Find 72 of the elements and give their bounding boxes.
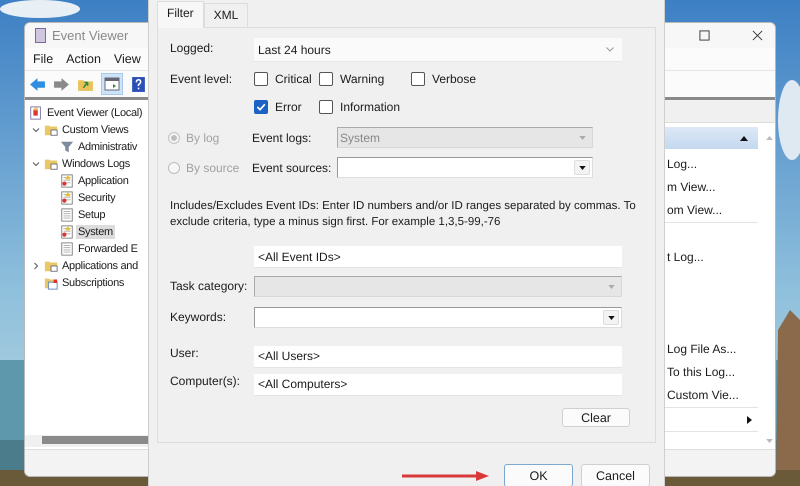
- tree-item[interactable]: Windows Logs: [60, 156, 132, 170]
- show-pane-button[interactable]: [101, 73, 123, 95]
- input-field[interactable]: <All Computers>: [254, 374, 622, 396]
- field-label: Computer(s):: [170, 374, 242, 388]
- checkbox[interactable]: [319, 72, 333, 86]
- maximize-button[interactable]: [699, 30, 710, 41]
- tree-item[interactable]: Security: [76, 190, 118, 204]
- pane-command[interactable]: Custom Vie...: [664, 384, 758, 407]
- checkbox-label[interactable]: Warning: [340, 72, 384, 86]
- log-icon: [60, 208, 74, 222]
- field-label: Task category:: [170, 278, 248, 293]
- menu-item[interactable]: View: [110, 52, 150, 66]
- checkbox[interactable]: [319, 100, 333, 114]
- back-arrow-icon[interactable]: [29, 76, 46, 92]
- forward-arrow-icon[interactable]: [53, 76, 70, 92]
- field-label: Event sources:: [252, 160, 332, 174]
- pane-command[interactable]: om View...: [664, 199, 758, 222]
- tree-item[interactable]: Forwarded E: [76, 242, 140, 256]
- tree-item[interactable]: Custom Views: [60, 122, 130, 136]
- checkbox-label[interactable]: Critical: [275, 72, 312, 86]
- clear-button[interactable]: Clear: [562, 408, 630, 427]
- checkbox[interactable]: [411, 72, 425, 86]
- folder-icon: [44, 122, 58, 136]
- checkbox-label[interactable]: Verbose: [432, 72, 476, 86]
- field-label: Event level:: [170, 72, 234, 86]
- chevron-right-icon[interactable]: [32, 262, 40, 270]
- tree-item[interactable]: System: [76, 224, 115, 238]
- chevron-down-icon[interactable]: [32, 160, 40, 168]
- window-title: Event Viewer: [52, 28, 128, 43]
- tree-item[interactable]: Event Viewer (Local): [45, 106, 144, 120]
- close-button[interactable]: [752, 30, 763, 41]
- log-icon: [60, 242, 74, 256]
- menu-item[interactable]: File: [29, 52, 62, 66]
- chevron-down-icon[interactable]: [32, 126, 40, 134]
- tree-item[interactable]: Setup: [76, 208, 108, 222]
- help-icon[interactable]: [130, 76, 147, 92]
- pane-command[interactable]: Log...: [664, 153, 758, 176]
- subscription-icon: [44, 276, 58, 290]
- event-ids-field[interactable]: <All Event IDs>: [254, 246, 622, 268]
- tree-item[interactable]: Application: [76, 174, 131, 188]
- field-label: Logged:: [170, 40, 214, 55]
- checkbox[interactable]: [254, 100, 268, 114]
- menu-item[interactable]: Action: [62, 52, 110, 66]
- pane-command[interactable]: m View...: [664, 176, 758, 199]
- checkbox-label[interactable]: Error: [275, 100, 302, 114]
- dropdown-field[interactable]: [254, 307, 622, 328]
- tree-item[interactable]: Subscriptions: [60, 276, 126, 290]
- folder-icon: [44, 156, 58, 170]
- input-field[interactable]: <All Users>: [254, 346, 622, 368]
- folder-icon: [44, 258, 58, 272]
- log-icon: [60, 224, 74, 238]
- field-label: Keywords:: [170, 309, 228, 324]
- cancel-button[interactable]: Cancel: [581, 464, 650, 486]
- pane-command[interactable]: Log File As...: [664, 338, 758, 361]
- tab[interactable]: XML: [204, 3, 248, 27]
- tab[interactable]: Filter: [157, 1, 204, 28]
- ok-button[interactable]: OK: [504, 464, 573, 486]
- logged-dropdown[interactable]: Last 24 hours: [254, 38, 622, 62]
- checkbox-label[interactable]: Information: [340, 100, 400, 114]
- pane-command[interactable]: To this Log...: [664, 361, 758, 384]
- log-icon: [60, 174, 74, 188]
- tree-item[interactable]: Applications and: [60, 258, 140, 272]
- log-icon: [60, 190, 74, 204]
- hint-text: Includes/Excludes Event IDs: Enter ID numbers and/or ID ranges separated by commas. To exclude criteria, type a minus sign first. For example 1,3,5-99,-76: [170, 199, 637, 230]
- submenu-arrow-icon[interactable]: [747, 416, 752, 424]
- tree-item[interactable]: Administrativ: [76, 140, 140, 154]
- field-label: User:: [170, 346, 200, 360]
- pane-command[interactable]: t Log...: [664, 246, 758, 269]
- checkbox[interactable]: [254, 72, 268, 86]
- funnel-icon: [60, 140, 74, 154]
- collapse-icon[interactable]: [740, 136, 748, 140]
- field-label: Event logs:: [252, 130, 312, 144]
